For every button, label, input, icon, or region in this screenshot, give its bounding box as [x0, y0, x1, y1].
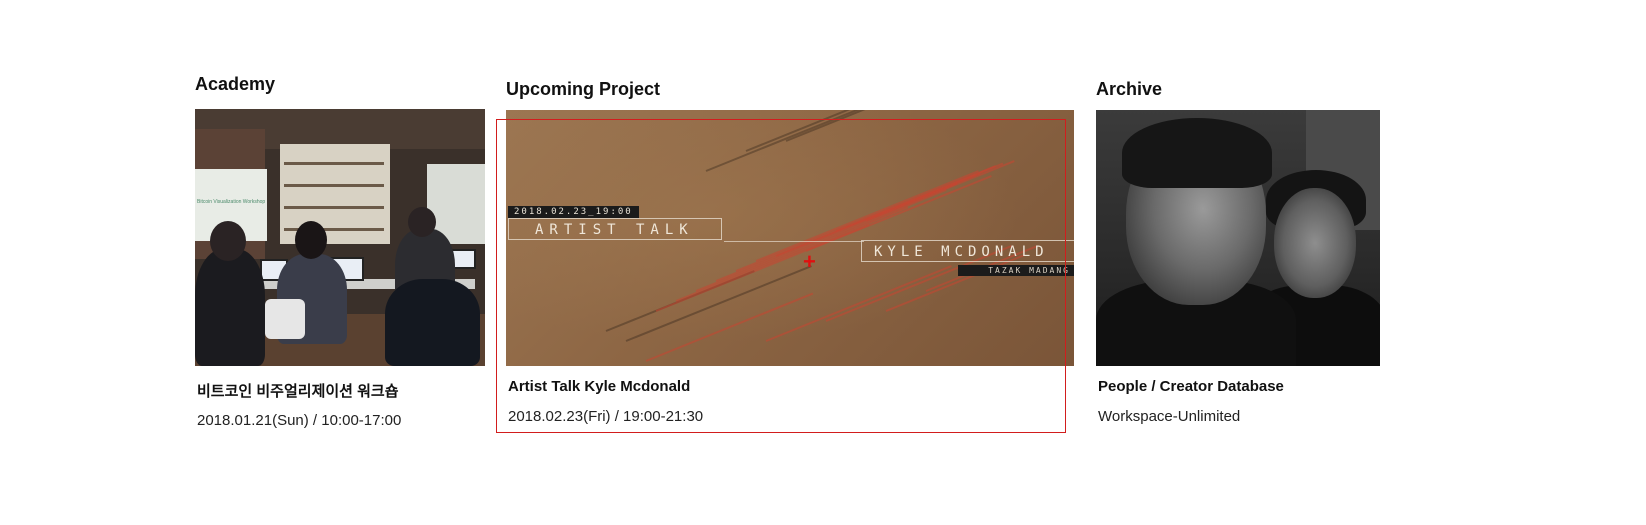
artist-talk-label: ARTIST TALK: [508, 218, 722, 240]
cursor-cross-icon: +: [803, 249, 816, 274]
academy-title[interactable]: 비트코인 비주얼리제이션 워크숍: [197, 380, 399, 401]
person: [385, 279, 480, 366]
chair: [265, 299, 305, 339]
code-text-streak: [765, 265, 952, 342]
academy-image[interactable]: Bitcoin Visualization Workshop: [195, 109, 485, 366]
archive-subtitle: Workspace-Unlimited: [1098, 408, 1241, 425]
upcoming-image[interactable]: 2018.02.23_19:00 ARTIST TALK KYLE MCDONA…: [506, 110, 1074, 366]
archive-image[interactable]: [1096, 110, 1380, 366]
upcoming-date: 2018.02.23(Fri) / 19:00-21:30: [508, 408, 704, 425]
upcoming-title[interactable]: Artist Talk Kyle Mcdonald: [508, 378, 690, 395]
archive-title[interactable]: People / Creator Database: [1098, 378, 1284, 395]
kyle-mcdonald-label: KYLE MCDONALD: [861, 240, 1074, 262]
person-hair: [1122, 118, 1272, 188]
person-head: [210, 221, 246, 261]
screen-text: Bitcoin Visualization Workshop: [197, 199, 265, 205]
person-head: [295, 221, 327, 259]
date-tag: 2018.02.23_19:00: [508, 206, 639, 218]
person-face: [1274, 188, 1356, 298]
venue-tag: TAZAK MADANG: [958, 265, 1074, 276]
person: [195, 249, 265, 366]
academy-heading: Academy: [195, 74, 276, 94]
connector-line: [724, 241, 864, 242]
code-text-streak: [785, 110, 954, 142]
person-head: [408, 207, 436, 237]
upcoming-heading: Upcoming Project: [506, 79, 661, 99]
code-text-streak: [705, 110, 892, 172]
academy-date: 2018.01.21(Sun) / 10:00-17:00: [197, 412, 402, 429]
archive-heading: Archive: [1096, 79, 1163, 99]
